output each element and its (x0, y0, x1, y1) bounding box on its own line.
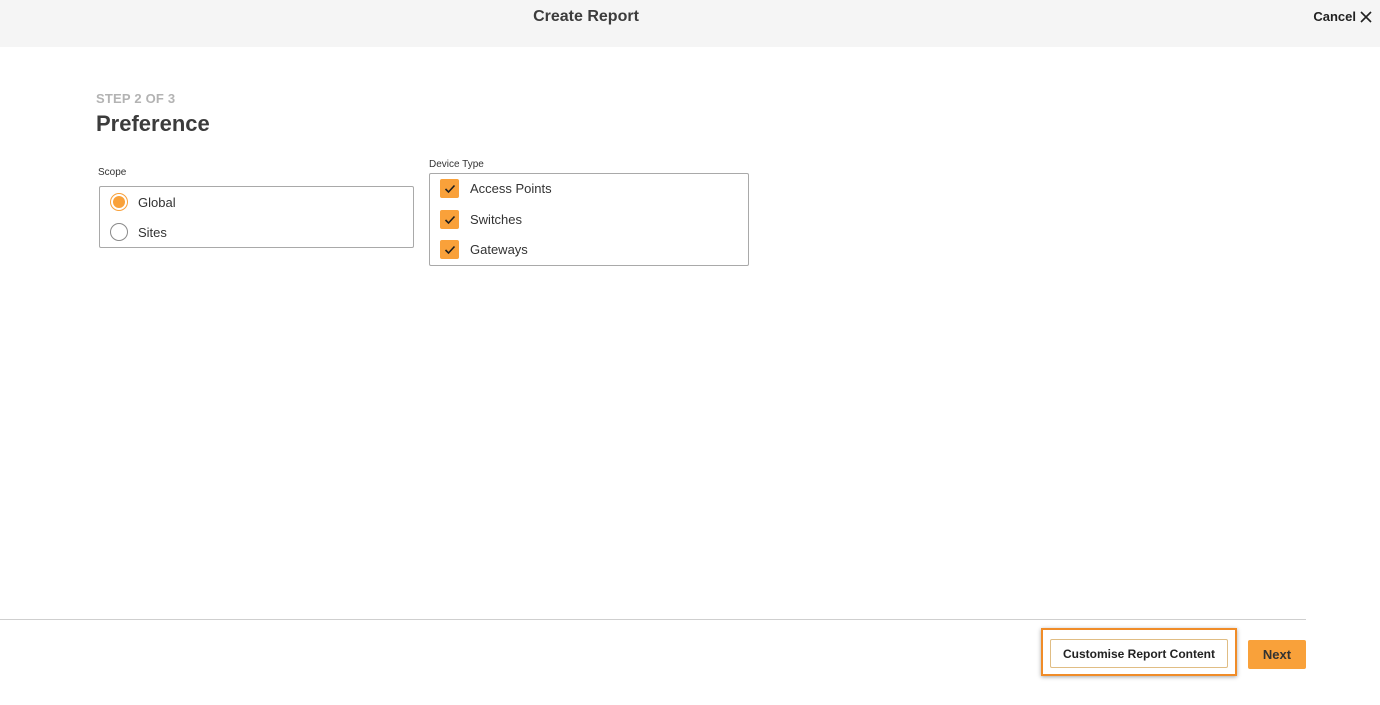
device-type-checkbox-group: Access Points Switches Gateways (429, 173, 749, 266)
device-option-label: Gateways (470, 242, 528, 257)
checkbox-gateways[interactable] (440, 240, 459, 259)
scope-option-label: Sites (138, 224, 167, 240)
footer-divider (0, 619, 1306, 620)
scope-label: Scope (98, 167, 127, 178)
device-option-label: Switches (470, 212, 523, 227)
checkmark-icon (444, 245, 455, 254)
create-report-page: Create Report Cancel STEP 2 OF 3 Prefere… (0, 0, 1380, 705)
radio-selected-dot (113, 196, 125, 208)
cancel-label: Cancel (1313, 9, 1356, 24)
checkbox-access-points[interactable] (440, 179, 459, 198)
radio-sites[interactable] (110, 223, 128, 241)
scope-option-label: Global (138, 194, 176, 210)
scope-option-sites[interactable]: Sites (110, 223, 167, 241)
page-title: Create Report (533, 8, 639, 25)
device-type-label: Device Type (429, 159, 484, 170)
checkmark-icon (444, 215, 455, 224)
device-option-gateways[interactable]: Gateways (440, 240, 528, 259)
header-bar: Create Report Cancel (0, 0, 1380, 47)
radio-global[interactable] (110, 193, 128, 211)
device-option-switches[interactable]: Switches (440, 210, 522, 229)
cancel-button[interactable]: Cancel (1313, 9, 1372, 24)
customise-report-content-button[interactable]: Customise Report Content (1050, 639, 1228, 668)
next-button[interactable]: Next (1248, 640, 1306, 669)
checkbox-switches[interactable] (440, 210, 459, 229)
checkmark-icon (444, 184, 455, 193)
step-title: Preference (96, 111, 210, 136)
scope-radio-group: Global Sites (99, 186, 414, 248)
step-indicator: STEP 2 OF 3 (96, 91, 176, 106)
close-icon (1360, 10, 1372, 23)
device-option-label: Access Points (470, 181, 552, 196)
device-option-access-points[interactable]: Access Points (440, 179, 552, 198)
scope-option-global[interactable]: Global (110, 193, 176, 211)
